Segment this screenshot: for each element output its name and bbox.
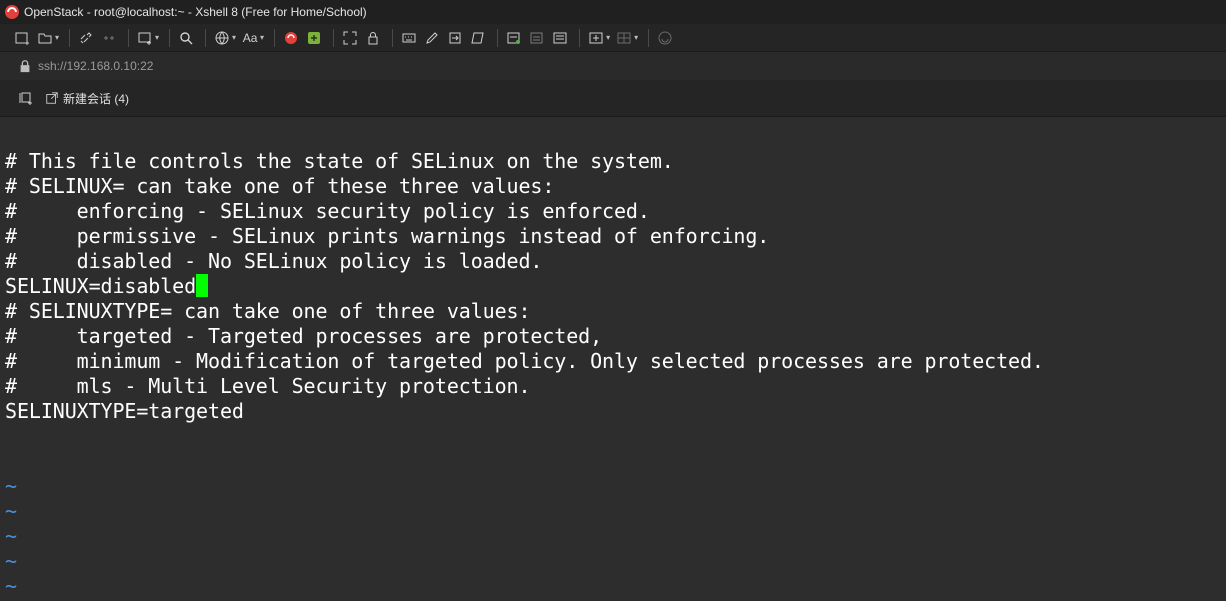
- new-window-icon[interactable]: [135, 28, 155, 48]
- disconnect-icon[interactable]: [99, 28, 119, 48]
- compose-icon[interactable]: [504, 28, 524, 48]
- chevron-down-icon[interactable]: ▾: [634, 33, 638, 42]
- window-title: OpenStack - root@localhost:~ - Xshell 8 …: [24, 5, 367, 19]
- log-icon[interactable]: [527, 28, 547, 48]
- chevron-down-icon[interactable]: ▾: [232, 33, 236, 42]
- empty-line: [5, 424, 1226, 449]
- toolbar-divider: [169, 28, 171, 47]
- empty-buffer-marker: ~: [5, 549, 17, 573]
- external-link-icon: [46, 92, 58, 104]
- title-bar: OpenStack - root@localhost:~ - Xshell 8 …: [0, 0, 1226, 24]
- empty-buffer-marker: ~: [5, 574, 17, 598]
- session-manager-icon[interactable]: [16, 88, 36, 108]
- empty-buffer-marker: ~: [5, 474, 17, 498]
- session-tab-strip: 新建会话 (4): [0, 80, 1226, 117]
- transfer-icon[interactable]: [445, 28, 465, 48]
- tab-label: 新建会话 (4): [63, 91, 130, 106]
- keyboard-icon[interactable]: [399, 28, 419, 48]
- empty-buffer-marker: ~: [5, 499, 17, 523]
- toolbar-divider: [648, 28, 650, 47]
- xshell-logo-icon: [5, 5, 19, 19]
- text-cursor: [196, 274, 209, 297]
- terminal-line: # SELINUXTYPE= can take one of three val…: [5, 299, 531, 323]
- fullscreen-icon[interactable]: [340, 28, 360, 48]
- toolbar-divider: [205, 28, 207, 47]
- xshell-icon[interactable]: [281, 28, 301, 48]
- lock-icon[interactable]: [363, 28, 383, 48]
- address-text[interactable]: ssh://192.168.0.10:22: [38, 59, 153, 73]
- tab-icon[interactable]: [550, 28, 570, 48]
- empty-buffer-marker: ~: [5, 524, 17, 548]
- toolbar-divider: [392, 28, 394, 47]
- lock-icon: [20, 60, 30, 73]
- terminal-line: # disabled - No SELinux policy is loaded…: [5, 249, 543, 273]
- terminal-line: # This file controls the state of SELinu…: [5, 149, 674, 173]
- font-icon[interactable]: Aa: [240, 28, 260, 48]
- tab-new-session[interactable]: 新建会话 (4): [45, 90, 129, 107]
- terminal[interactable]: # This file controls the state of SELinu…: [0, 117, 1226, 601]
- terminal-line: # SELINUX= can take one of these three v…: [5, 174, 555, 198]
- globe-icon[interactable]: [212, 28, 232, 48]
- toolbar-divider: [333, 28, 335, 47]
- chevron-down-icon[interactable]: ▾: [606, 33, 610, 42]
- address-bar[interactable]: ssh://192.168.0.10:22: [0, 52, 1226, 80]
- terminal-line: # permissive - SELinux prints warnings i…: [5, 224, 770, 248]
- terminal-line: SELINUXTYPE=targeted: [5, 399, 244, 423]
- chevron-down-icon[interactable]: ▾: [260, 33, 264, 42]
- empty-line: [5, 449, 1226, 474]
- xftp-icon[interactable]: [304, 28, 324, 48]
- toolbar-divider: [274, 28, 276, 47]
- chevron-down-icon[interactable]: ▾: [155, 33, 159, 42]
- toolbar: ▾ ▾ ▾ Aa ▾ ▾ ▾: [0, 24, 1226, 52]
- new-session-icon[interactable]: [12, 28, 32, 48]
- toolbar-divider: [579, 28, 581, 47]
- help-icon[interactable]: [655, 28, 675, 48]
- toolbar-divider: [128, 28, 130, 47]
- search-icon[interactable]: [176, 28, 196, 48]
- terminal-line: # mls - Multi Level Security protection.: [5, 374, 531, 398]
- terminal-line: # enforcing - SELinux security policy is…: [5, 199, 650, 223]
- layout-icon[interactable]: [614, 28, 634, 48]
- terminal-line-cursor: SELINUX=disabled: [5, 274, 1226, 299]
- terminal-line: # targeted - Targeted processes are prot…: [5, 324, 603, 348]
- open-folder-icon[interactable]: [35, 28, 55, 48]
- connect-icon[interactable]: [76, 28, 96, 48]
- terminal-line-text: SELINUX=disabled: [5, 274, 197, 298]
- terminal-line: # minimum - Modification of targeted pol…: [5, 349, 1044, 373]
- script-icon[interactable]: [468, 28, 488, 48]
- add-tab-icon[interactable]: [586, 28, 606, 48]
- toolbar-divider: [497, 28, 499, 47]
- toolbar-divider: [69, 28, 71, 47]
- highlight-icon[interactable]: [422, 28, 442, 48]
- chevron-down-icon[interactable]: ▾: [55, 33, 59, 42]
